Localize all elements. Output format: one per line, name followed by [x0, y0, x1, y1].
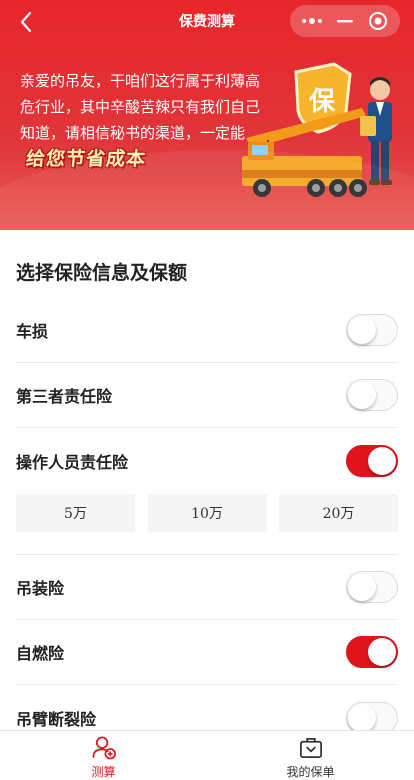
tab-label: 我的保单	[286, 765, 335, 779]
tab-label: 测算	[91, 765, 116, 779]
briefcase-icon	[299, 737, 322, 758]
toggle-hoisting[interactable]	[346, 571, 398, 603]
option-row-vehicle-damage: 车损	[16, 298, 398, 363]
amount-option-20w[interactable]: 20万	[279, 494, 398, 532]
amount-option-10w[interactable]: 10万	[147, 494, 267, 532]
tab-my-policies[interactable]: 我的保单	[207, 731, 414, 780]
tab-calculate[interactable]: 测算	[0, 731, 207, 780]
option-row-hoisting: 吊装险	[16, 555, 398, 620]
toggle-knob	[348, 703, 376, 732]
crane-illustration: 保	[242, 62, 392, 197]
option-row-third-party: 第三者责任险	[16, 363, 398, 428]
user-add-icon	[92, 736, 116, 760]
more-button[interactable]	[297, 9, 327, 33]
toggle-boom-fracture[interactable]	[346, 701, 398, 734]
toggle-knob	[368, 446, 396, 475]
banner-header: 保费测算 亲爱的吊友，干咱们这行属于利薄高危行业，其中辛酸苦辣只有我们自己知道，…	[0, 0, 414, 230]
shield-badge-text: 保	[308, 87, 336, 117]
amount-option-5w[interactable]: 5万	[16, 494, 135, 532]
option-label: 第三者责任险	[16, 387, 113, 406]
toggle-vehicle-damage[interactable]	[346, 314, 398, 346]
toggle-knob	[368, 638, 396, 666]
option-row-spontaneous-combustion: 自燃险	[16, 620, 398, 685]
banner-highlight: 给您节省成本	[24, 148, 148, 170]
banner-message: 亲爱的吊友，干咱们这行属于利薄高危行业，其中辛酸苦辣只有我们自己知道，请相信秘书…	[20, 68, 260, 173]
tab-bar: 测算 我的保单	[0, 730, 414, 780]
toggle-knob	[348, 316, 376, 344]
banner-text: 亲爱的吊友，干咱们这行属于利薄高危行业，其中辛酸苦辣只有我们自己知道，请相信秘书…	[20, 72, 261, 142]
section-title: 选择保险信息及保额	[16, 262, 188, 284]
option-label: 自燃险	[16, 644, 65, 663]
minimize-icon	[336, 20, 353, 23]
target-icon	[368, 12, 387, 30]
close-button[interactable]	[363, 9, 393, 33]
more-dots-icon	[302, 18, 323, 24]
option-label: 吊臂断裂险	[16, 709, 97, 729]
toggle-knob	[348, 573, 376, 601]
minimize-button[interactable]	[330, 9, 360, 33]
mini-program-capsule	[290, 5, 400, 37]
toggle-knob	[348, 381, 376, 409]
coverage-amount-options: 5万 10万 20万	[16, 494, 398, 532]
toggle-operator[interactable]	[346, 444, 398, 477]
option-row-operator: 操作人员责任险	[16, 428, 398, 493]
option-label: 操作人员责任险	[16, 452, 129, 472]
toggle-spontaneous-combustion[interactable]	[346, 636, 398, 668]
toggle-third-party[interactable]	[346, 379, 398, 411]
option-label: 车损	[16, 322, 49, 341]
option-label: 吊装险	[16, 579, 65, 598]
